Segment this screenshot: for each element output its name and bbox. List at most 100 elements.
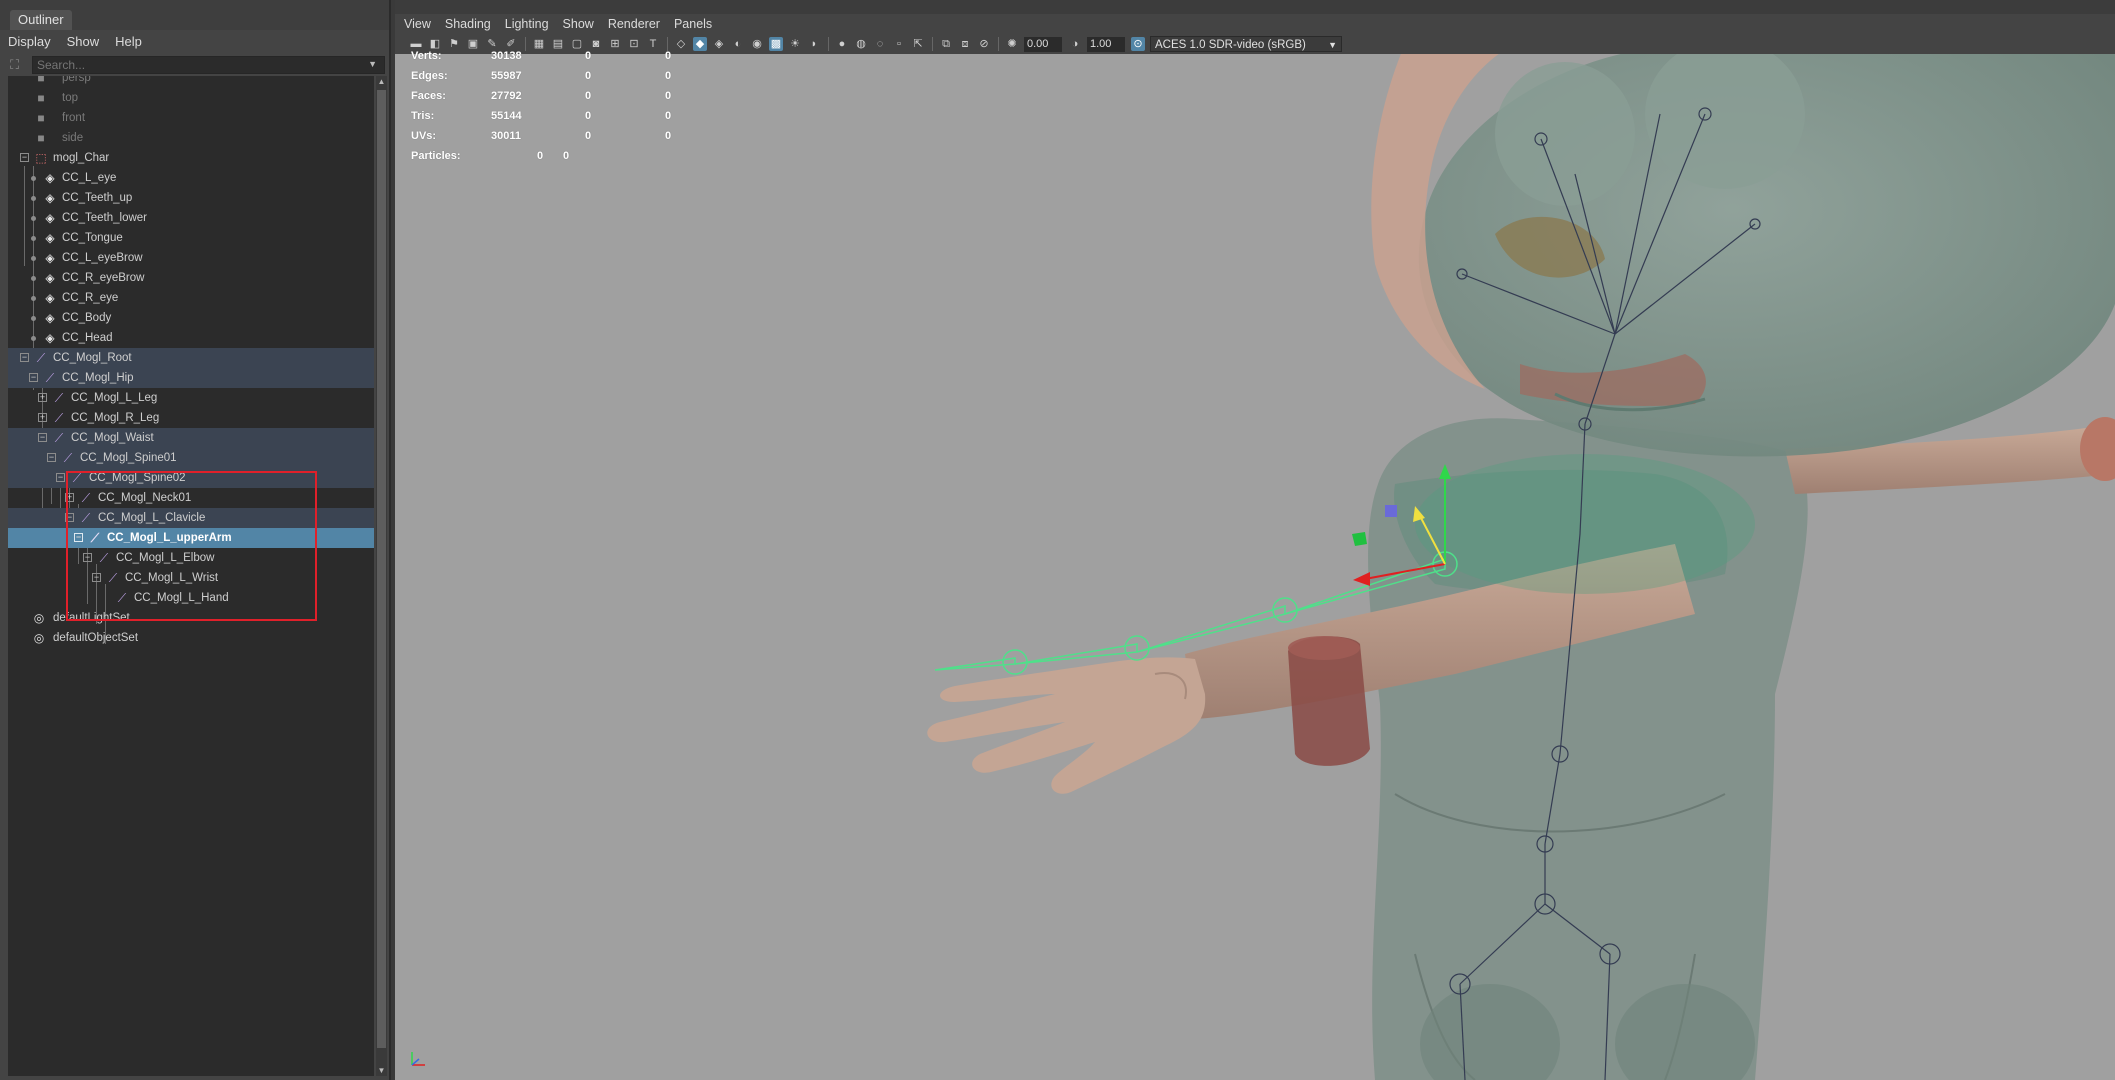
outliner-item-cc-mogl-l-leg[interactable]: + ⟋ CC_Mogl_L_Leg [8, 388, 374, 408]
tab-outliner[interactable]: Outliner [10, 10, 72, 30]
outliner-item-mogl-char[interactable]: − ⬚ mogl_Char [8, 148, 374, 168]
search-input[interactable] [32, 56, 385, 74]
motion-blur-icon[interactable]: ◍ [854, 37, 868, 51]
item-label: side [62, 132, 84, 144]
outliner-item-cc-mogl-waist[interactable]: − ⟋ CC_Mogl_Waist [8, 428, 374, 448]
xray-active-icon[interactable]: ⧈ [958, 37, 972, 51]
outliner-item-cc-r-eye[interactable]: ◈ CC_R_eye [8, 288, 374, 308]
resolution-gate-icon[interactable]: ▢ [570, 37, 584, 51]
camera-icon: ■ [37, 111, 45, 125]
wireframe-on-shaded-icon[interactable]: ◈ [712, 37, 726, 51]
use-all-lights-icon[interactable]: ☀ [788, 37, 802, 51]
joint-icon: ⟋ [45, 371, 55, 385]
color-space-dropdown[interactable]: ACES 1.0 SDR-video (sRGB) ▼ [1150, 36, 1342, 52]
mesh-icon: ◈ [45, 251, 55, 265]
default-material-icon[interactable]: ◐ [731, 37, 745, 51]
film-gate-icon[interactable]: ▤ [551, 37, 565, 51]
outliner-scrollbar[interactable]: ▲ ▼ [376, 76, 387, 1076]
textured-icon[interactable]: ◉ [750, 37, 764, 51]
scroll-up-icon[interactable]: ▲ [376, 77, 387, 86]
outliner-item-persp[interactable]: ■ persp [8, 76, 374, 88]
viewport-menu-bar: View Shading Lighting Show Renderer Pane… [395, 14, 2115, 34]
outliner-item-front[interactable]: ■ front [8, 108, 374, 128]
collapse-toggle[interactable]: − [56, 473, 65, 482]
backface-culling-icon[interactable]: ⊘ [977, 37, 991, 51]
gamma-icon[interactable]: ◑ [1068, 37, 1082, 51]
filter-icon[interactable]: ⛶ [10, 57, 26, 73]
outliner-item-cc-mogl-root[interactable]: − ⟋ CC_Mogl_Root [8, 348, 374, 368]
outliner-item-top[interactable]: ■ top [8, 88, 374, 108]
isolate-select-icon[interactable]: ⇱ [911, 37, 925, 51]
outliner-item-default-object-set[interactable]: ◎ defaultObjectSet [8, 628, 374, 648]
select-camera-icon[interactable]: ▬ [409, 37, 423, 51]
scroll-down-icon[interactable]: ▼ [376, 1066, 387, 1075]
menu-show[interactable]: Show [67, 34, 100, 49]
set-icon: ◎ [33, 611, 45, 625]
outliner-item-cc-mogl-hip[interactable]: − ⟋ CC_Mogl_Hip [8, 368, 374, 388]
collapse-toggle[interactable]: − [20, 153, 29, 162]
outliner-item-cc-l-eye[interactable]: ◈ CC_L_eye [8, 168, 374, 188]
set-icon: ◎ [33, 631, 45, 645]
field-chart-icon[interactable]: ⊞ [608, 37, 622, 51]
outliner-item-cc-tongue[interactable]: ◈ CC_Tongue [8, 228, 374, 248]
outliner-item-cc-r-eyebrow[interactable]: ◈ CC_R_eyeBrow [8, 268, 374, 288]
collapse-toggle[interactable]: − [38, 433, 47, 442]
collapse-toggle[interactable]: − [47, 453, 56, 462]
collapse-toggle[interactable]: − [29, 373, 38, 382]
menu-lighting[interactable]: Lighting [505, 17, 549, 31]
expand-toggle[interactable]: + [38, 413, 47, 422]
image-plane-icon[interactable]: ▣ [466, 37, 480, 51]
2d-pan-zoom-icon[interactable]: ✎ [485, 37, 499, 51]
outliner-panel: Outliner Display Show Help ⛶ ▼ ■ persp ■… [0, 0, 391, 1080]
xray-joints-icon[interactable]: ⧉ [939, 37, 953, 51]
joint-icon: ⟋ [54, 411, 64, 425]
safe-title-icon[interactable]: T [646, 37, 660, 51]
item-label: top [62, 92, 78, 104]
scrollbar-thumb[interactable] [377, 90, 386, 1048]
shadows-icon[interactable]: ◗ [807, 37, 821, 51]
mesh-icon: ◈ [45, 231, 55, 245]
gate-mask-icon[interactable]: ◙ [589, 37, 603, 51]
menu-shading[interactable]: Shading [445, 17, 491, 31]
item-label: CC_Mogl_Root [53, 352, 132, 364]
tree-node-dot [31, 196, 36, 201]
depth-of-field-icon[interactable]: ▫ [892, 37, 906, 51]
expand-toggle[interactable]: + [38, 393, 47, 402]
wireframe-icon[interactable]: ◇ [674, 37, 688, 51]
outliner-item-cc-mogl-r-leg[interactable]: + ⟋ CC_Mogl_R_Leg [8, 408, 374, 428]
outliner-search-bar: ⛶ ▼ [10, 55, 385, 75]
viewport-scene[interactable] [395, 54, 2115, 1080]
bookmark-icon[interactable]: ⚑ [447, 37, 461, 51]
outliner-item-cc-body[interactable]: ◈ CC_Body [8, 308, 374, 328]
outliner-item-cc-teeth-up[interactable]: ◈ CC_Teeth_up [8, 188, 374, 208]
outliner-item-cc-teeth-lower[interactable]: ◈ CC_Teeth_lower [8, 208, 374, 228]
grease-pencil-icon[interactable]: ✐ [504, 37, 518, 51]
screen-space-ao-icon[interactable]: ● [835, 37, 849, 51]
outliner-item-cc-head[interactable]: ◈ CC_Head [8, 328, 374, 348]
grid-icon[interactable]: ▦ [532, 37, 546, 51]
camera-attributes-icon[interactable]: ◧ [428, 37, 442, 51]
tree-node-dot [31, 216, 36, 221]
chevron-down-icon[interactable]: ▼ [368, 59, 377, 69]
menu-help[interactable]: Help [115, 34, 142, 49]
mesh-icon: ◈ [45, 171, 55, 185]
gamma-field[interactable]: 1.00 [1087, 36, 1125, 52]
collapse-toggle[interactable]: − [20, 353, 29, 362]
menu-panels[interactable]: Panels [674, 17, 712, 31]
menu-view[interactable]: View [404, 17, 431, 31]
menu-renderer[interactable]: Renderer [608, 17, 660, 31]
menu-display[interactable]: Display [8, 34, 51, 49]
smooth-shade-icon[interactable]: ◆ [693, 37, 707, 51]
outliner-item-side[interactable]: ■ side [8, 128, 374, 148]
exposure-icon[interactable]: ✺ [1005, 37, 1019, 51]
safe-action-icon[interactable]: ⊡ [627, 37, 641, 51]
xray-icon[interactable]: ▩ [769, 37, 783, 51]
item-label: CC_Mogl_L_Leg [71, 392, 158, 404]
anti-aliasing-icon[interactable]: ◌ [873, 37, 887, 51]
exposure-field[interactable]: 0.00 [1024, 36, 1062, 52]
outliner-item-cc-l-eyebrow[interactable]: ◈ CC_L_eyeBrow [8, 248, 374, 268]
menu-show[interactable]: Show [563, 17, 594, 31]
outliner-item-cc-mogl-spine01[interactable]: − ⟋ CC_Mogl_Spine01 [8, 448, 374, 468]
toolbar-separator [828, 37, 829, 51]
color-management-icon[interactable]: ⊙ [1131, 37, 1145, 51]
